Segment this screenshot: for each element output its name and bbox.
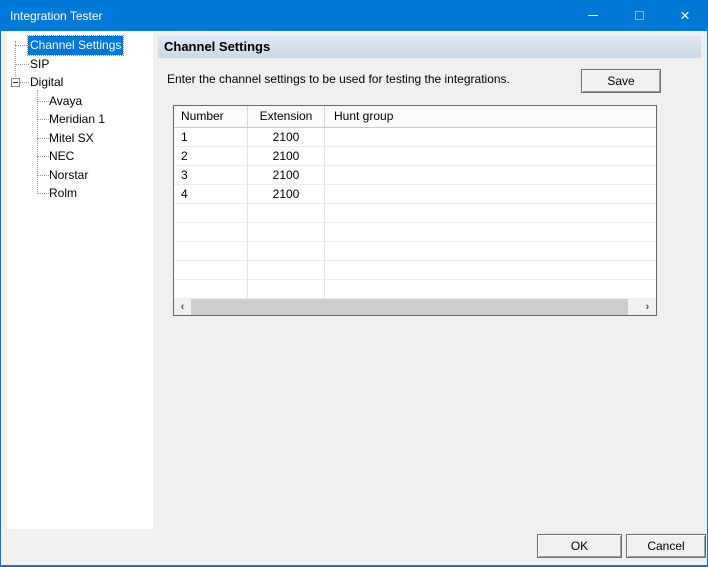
scroll-right-button[interactable]: › — [639, 299, 656, 315]
table-cell — [174, 242, 248, 260]
table-cell — [325, 280, 656, 298]
column-header-number[interactable]: Number — [174, 106, 248, 127]
instruction-text: Enter the channel settings to be used fo… — [167, 72, 567, 86]
tree-connector-stub — [15, 45, 29, 46]
tree-item-avaya[interactable]: Avaya — [7, 92, 153, 111]
table-cell — [325, 242, 656, 260]
tree-connector-stub — [37, 119, 49, 120]
minimize-button[interactable] — [570, 0, 616, 31]
table-cell — [248, 242, 325, 260]
column-header-hunt-group[interactable]: Hunt group — [325, 106, 656, 127]
tree-item-norstar[interactable]: Norstar — [7, 166, 153, 185]
table-row-empty[interactable] — [174, 261, 656, 280]
ok-button[interactable]: OK — [537, 534, 622, 558]
horizontal-scrollbar[interactable]: ‹ › — [174, 299, 656, 315]
minus-glyph — [13, 82, 18, 83]
tree-connector-stub — [37, 156, 49, 157]
tree-item-label: Avaya — [47, 92, 84, 111]
table-cell: 2100 — [248, 147, 325, 165]
caption-buttons: × — [570, 0, 708, 31]
save-button[interactable]: Save — [581, 69, 661, 93]
table-cell — [248, 223, 325, 241]
tree-connector-stub — [37, 138, 49, 139]
tree-item-label: Meridian 1 — [47, 110, 107, 129]
tree-item-label: Digital — [28, 73, 65, 92]
tree-item-digital[interactable]: Digital — [7, 73, 153, 92]
tree-connector-stub — [37, 175, 49, 176]
table-cell — [325, 166, 656, 184]
table-cell: 2 — [174, 147, 248, 165]
section-title: Channel Settings — [158, 36, 701, 58]
tree-item-label: Channel Settings — [28, 36, 123, 55]
table-row-empty[interactable] — [174, 280, 656, 299]
scroll-left-icon: ‹ — [181, 299, 185, 315]
tree-item-mitel-sx[interactable]: Mitel SX — [7, 129, 153, 148]
table-row-empty[interactable] — [174, 204, 656, 223]
table-cell — [325, 147, 656, 165]
table-cell — [325, 223, 656, 241]
channel-grid: NumberExtensionHunt group 12100221003210… — [173, 105, 657, 316]
tree-item-sip[interactable]: SIP — [7, 55, 153, 74]
table-cell: 3 — [174, 166, 248, 184]
table-row-empty[interactable] — [174, 242, 656, 261]
title-bar: Integration Tester × — [0, 0, 708, 31]
window-title: Integration Tester — [0, 9, 570, 23]
table-row-empty[interactable] — [174, 223, 656, 242]
maximize-icon — [635, 11, 644, 20]
table-row[interactable]: 42100 — [174, 185, 656, 204]
table-row[interactable]: 32100 — [174, 166, 656, 185]
table-cell — [325, 261, 656, 279]
tree-connector-stub — [15, 64, 29, 65]
close-icon: × — [680, 7, 690, 24]
table-cell: 2100 — [248, 128, 325, 146]
column-header-extension[interactable]: Extension — [248, 106, 325, 127]
table-cell — [325, 185, 656, 203]
table-row[interactable]: 12100 — [174, 128, 656, 147]
scrollbar-track[interactable] — [628, 299, 639, 315]
grid-body: 12100221003210042100 — [174, 128, 656, 299]
table-cell: 2100 — [248, 185, 325, 203]
tree-connector-stub — [37, 193, 49, 194]
tree-item-channel-settings[interactable]: Channel Settings — [7, 36, 153, 55]
table-cell: 4 — [174, 185, 248, 203]
table-cell — [248, 204, 325, 222]
tree-item-label: Mitel SX — [47, 129, 96, 148]
table-cell — [174, 261, 248, 279]
table-cell: 1 — [174, 128, 248, 146]
table-cell — [174, 204, 248, 222]
table-cell — [325, 204, 656, 222]
tree-item-meridian-1[interactable]: Meridian 1 — [7, 110, 153, 129]
table-cell — [248, 261, 325, 279]
cancel-button[interactable]: Cancel — [626, 534, 706, 558]
collapse-minus-icon[interactable] — [11, 78, 20, 87]
table-cell: 2100 — [248, 166, 325, 184]
tree-item-rolm[interactable]: Rolm — [7, 184, 153, 203]
table-cell — [174, 280, 248, 298]
tree-items: Channel SettingsSIPDigitalAvayaMeridian … — [7, 36, 153, 203]
tree-connector-stub — [37, 101, 49, 102]
table-cell — [325, 128, 656, 146]
integration-tester-window: Integration Tester × Channel SettingsSIP… — [0, 0, 708, 567]
minimize-icon — [588, 15, 598, 16]
tree-item-nec[interactable]: NEC — [7, 147, 153, 166]
table-cell — [248, 280, 325, 298]
tree-item-label: NEC — [47, 147, 76, 166]
table-row[interactable]: 22100 — [174, 147, 656, 166]
tree-item-label: Rolm — [47, 184, 79, 203]
scroll-right-icon: › — [646, 299, 650, 315]
tree-connector-stub — [20, 82, 29, 83]
close-button[interactable]: × — [662, 0, 708, 31]
scroll-left-button[interactable]: ‹ — [174, 299, 191, 315]
grid-header-row: NumberExtensionHunt group — [174, 106, 656, 128]
table-cell — [174, 223, 248, 241]
tree-item-label: SIP — [28, 55, 51, 74]
navigation-tree: Channel SettingsSIPDigitalAvayaMeridian … — [7, 32, 153, 529]
scrollbar-thumb[interactable] — [191, 299, 628, 315]
maximize-button[interactable] — [616, 0, 662, 31]
tree-item-label: Norstar — [47, 166, 90, 185]
